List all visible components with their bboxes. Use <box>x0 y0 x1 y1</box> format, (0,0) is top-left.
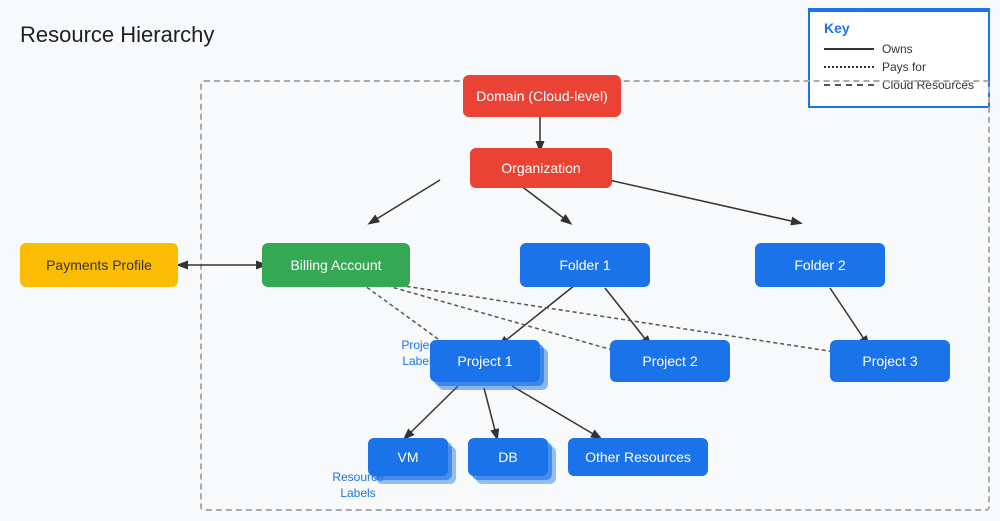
diagram: Payments Profile Billing Account Domain … <box>10 60 990 511</box>
folder1-node: Folder 1 <box>520 243 650 287</box>
page-title: Resource Hierarchy <box>20 22 214 48</box>
owns-label: Owns <box>882 42 913 56</box>
key-row-owns: Owns <box>824 42 974 56</box>
billing-account-node: Billing Account <box>262 243 410 287</box>
payments-profile-node: Payments Profile <box>20 243 178 287</box>
db-node: DB <box>468 438 548 476</box>
domain-node: Domain (Cloud-level) <box>463 75 621 117</box>
vm-node: VM <box>368 438 448 476</box>
project2-node: Project 2 <box>610 340 730 382</box>
project3-node: Project 3 <box>830 340 950 382</box>
owns-line <box>824 48 874 50</box>
other-resources-node: Other Resources <box>568 438 708 476</box>
organization-node: Organization <box>470 148 612 188</box>
project1-node: Project 1 <box>430 340 540 382</box>
folder2-node: Folder 2 <box>755 243 885 287</box>
key-title: Key <box>824 20 974 36</box>
